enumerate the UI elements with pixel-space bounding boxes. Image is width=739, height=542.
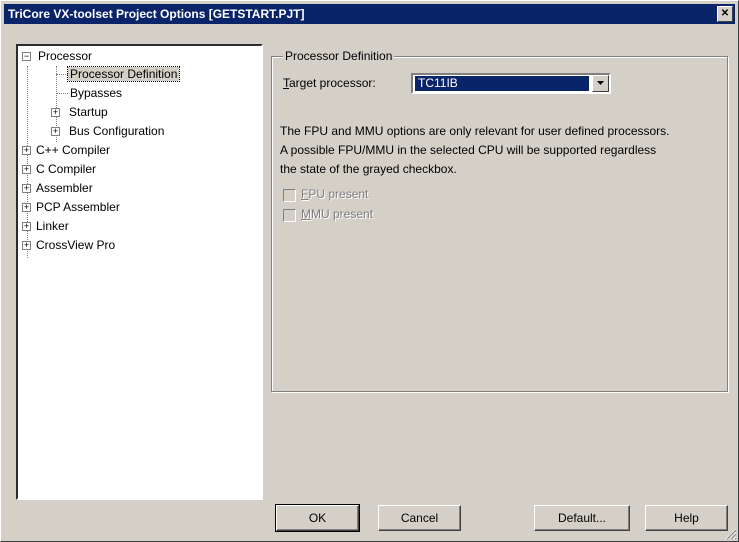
- mmu-mnemonic: M: [301, 207, 311, 221]
- processor-definition-group: [271, 56, 728, 392]
- options-tree[interactable]: − Processor Processor Definition Bypasse…: [16, 44, 263, 500]
- mmu-label-text: MU present: [311, 207, 374, 221]
- target-processor-value: TC11IB: [414, 75, 590, 92]
- tree-item-processor-definition[interactable]: Processor Definition: [66, 66, 181, 82]
- fpu-label-text: PU present: [308, 187, 369, 201]
- tree-item-label: CrossView Pro: [36, 238, 116, 252]
- group-title: Processor Definition: [283, 49, 395, 63]
- expand-icon[interactable]: +: [22, 165, 31, 174]
- close-button[interactable]: ✕: [717, 6, 733, 22]
- target-processor-label-text: arget processor:: [289, 76, 376, 90]
- target-processor-select[interactable]: TC11IB: [411, 73, 611, 94]
- fpu-present-checkbox[interactable]: [283, 189, 296, 202]
- tree-item-label: C++ Compiler: [36, 143, 111, 157]
- help-button[interactable]: Help: [645, 505, 728, 531]
- ok-button[interactable]: OK: [275, 504, 360, 532]
- title-bar[interactable]: TriCore VX-toolset Project Options [GETS…: [4, 4, 735, 24]
- description-text: The FPU and MMU options are only relevan…: [280, 122, 730, 179]
- description-line: A possible FPU/MMU in the selected CPU w…: [280, 143, 657, 157]
- expand-icon[interactable]: +: [51, 127, 60, 136]
- collapse-icon[interactable]: −: [22, 52, 31, 61]
- tree-connector: [56, 93, 68, 94]
- target-processor-label: Target processor:: [283, 76, 376, 90]
- tree-item-label: Bus Configuration: [69, 124, 165, 138]
- tree-item-label: Assembler: [36, 181, 93, 195]
- dropdown-button[interactable]: [592, 75, 609, 92]
- tree-item-bypasses[interactable]: Bypasses: [70, 85, 122, 101]
- description-line: The FPU and MMU options are only relevan…: [280, 124, 670, 138]
- description-line: the state of the grayed checkbox.: [280, 162, 457, 176]
- tree-connector: [56, 74, 68, 75]
- tree-item-label: PCP Assembler: [36, 200, 120, 214]
- default-button[interactable]: Default...: [534, 505, 630, 531]
- tree-item-label: Startup: [69, 105, 108, 119]
- fpu-present-label: FPU present: [301, 187, 368, 201]
- expand-icon[interactable]: +: [22, 241, 31, 250]
- resize-grip-icon[interactable]: [725, 528, 737, 540]
- expand-icon[interactable]: +: [22, 146, 31, 155]
- tree-item-label: Processor Definition: [66, 66, 181, 82]
- tree-item-label: Linker: [36, 219, 69, 233]
- mmu-present-label: MMU present: [301, 207, 373, 221]
- expand-icon[interactable]: +: [51, 108, 60, 117]
- tree-item-label: C Compiler: [36, 162, 97, 176]
- close-icon: ✕: [720, 8, 730, 19]
- mmu-present-checkbox[interactable]: [283, 209, 296, 222]
- expand-icon[interactable]: +: [22, 203, 31, 212]
- cancel-button[interactable]: Cancel: [378, 505, 461, 531]
- chevron-down-icon: [596, 81, 604, 85]
- window-title: TriCore VX-toolset Project Options [GETS…: [8, 7, 305, 21]
- expand-icon[interactable]: +: [22, 222, 31, 231]
- tree-item-label: Bypasses: [70, 86, 123, 100]
- tree-item-label: Processor: [38, 49, 93, 63]
- expand-icon[interactable]: +: [22, 184, 31, 193]
